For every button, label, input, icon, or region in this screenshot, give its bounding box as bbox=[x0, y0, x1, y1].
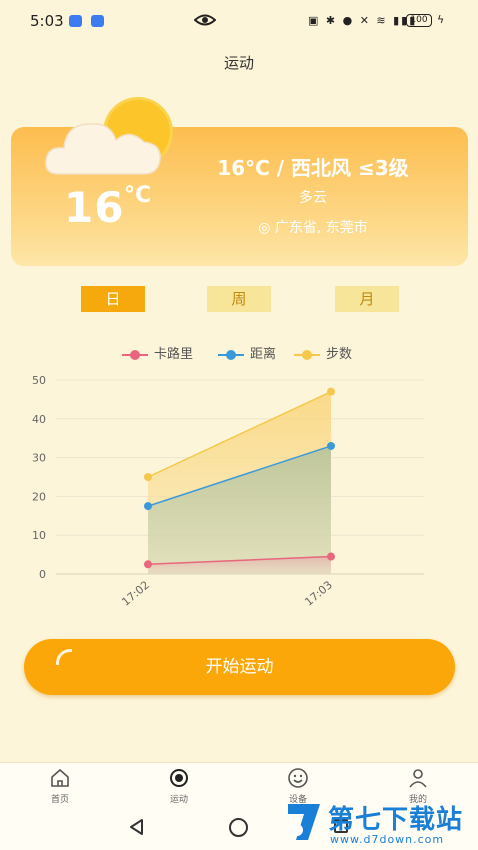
status-icons: ▣ ✱ ● ✕ ≋ ▮▮▮ bbox=[308, 14, 418, 27]
user-icon bbox=[409, 769, 427, 788]
nav-item-exercise[interactable]: 运动 bbox=[149, 767, 209, 805]
watermark-url: www.d7down.com bbox=[330, 833, 445, 846]
activity-chart: 0 10 20 30 40 50 17:02 17:03 bbox=[32, 374, 424, 609]
status-time: 5:03 bbox=[30, 12, 64, 30]
tab-week[interactable]: 周 bbox=[207, 286, 271, 312]
data-point bbox=[144, 473, 152, 481]
data-point bbox=[327, 387, 335, 396]
back-icon[interactable] bbox=[128, 818, 146, 836]
legend-swatch-distance bbox=[218, 349, 244, 360]
x-tick-label: 17:03 bbox=[302, 578, 335, 608]
tab-month[interactable]: 月 bbox=[335, 286, 399, 312]
y-tick-label: 30 bbox=[32, 452, 46, 465]
home-circle-icon[interactable] bbox=[229, 818, 248, 837]
nav-item-home[interactable]: 首页 bbox=[30, 767, 90, 805]
start-exercise-button[interactable]: 开始运动 bbox=[24, 639, 455, 695]
app-notification-icon bbox=[69, 15, 82, 27]
data-point bbox=[327, 441, 335, 450]
tab-day[interactable]: 日 bbox=[81, 286, 145, 312]
current-temperature: 16 bbox=[64, 183, 125, 232]
button-shine bbox=[56, 649, 72, 665]
nav-label-home: 首页 bbox=[50, 795, 69, 805]
temperature-unit: °C bbox=[124, 183, 152, 208]
weather-location: ◎ 广东省, 东莞市 bbox=[258, 220, 368, 236]
status-bar: 5:03 ▣ ✱ ● ✕ ≋ ▮▮▮ 100 ϟ bbox=[0, 0, 478, 40]
legend-swatch-calories bbox=[122, 349, 148, 360]
battery-icon: 100 bbox=[406, 14, 432, 27]
weather-condition: 多云 bbox=[299, 190, 327, 206]
y-tick-label: 10 bbox=[32, 529, 46, 542]
watermark-logo-icon bbox=[288, 804, 320, 840]
y-tick-label: 40 bbox=[32, 413, 46, 426]
y-tick-label: 0 bbox=[39, 568, 46, 581]
page-title: 运动 bbox=[223, 54, 254, 72]
y-tick-label: 50 bbox=[32, 374, 46, 387]
eye-comfort-icon bbox=[194, 14, 216, 26]
eye-icon bbox=[170, 769, 188, 787]
message-notification-icon bbox=[91, 15, 104, 27]
home-icon bbox=[51, 768, 69, 787]
data-point bbox=[144, 502, 152, 511]
watermark: 第七下载站 www.d7down.com bbox=[284, 797, 474, 850]
data-point bbox=[144, 560, 152, 569]
nav-label-exercise: 运动 bbox=[169, 795, 188, 805]
data-point bbox=[327, 552, 335, 561]
x-tick-label: 17:02 bbox=[119, 578, 152, 608]
start-exercise-label: 开始运动 bbox=[205, 657, 274, 677]
legend-swatch-steps bbox=[294, 349, 320, 360]
watermark-name: 第七下载站 bbox=[328, 805, 464, 835]
y-tick-label: 20 bbox=[32, 490, 46, 503]
smile-icon bbox=[288, 768, 308, 788]
charging-icon: ϟ bbox=[437, 13, 445, 26]
cloud-icon bbox=[45, 123, 161, 175]
weather-summary: 16°C / 西北风 ≤3级 bbox=[217, 156, 409, 180]
